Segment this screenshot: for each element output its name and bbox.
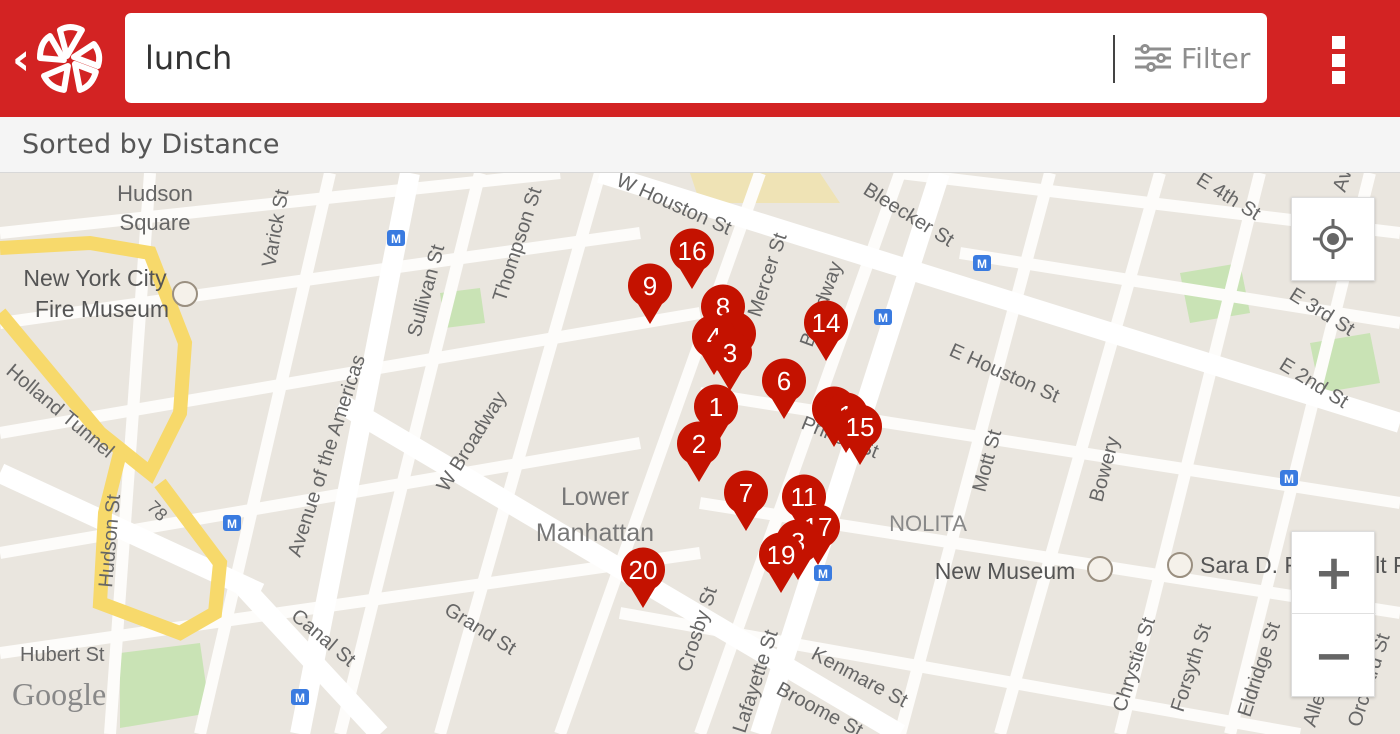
filter-label: Filter — [1181, 41, 1251, 75]
yelp-logo-icon — [37, 24, 103, 93]
svg-text:M: M — [295, 691, 305, 705]
chevron-left-icon: ‹ — [12, 34, 31, 85]
park-area — [120, 643, 210, 728]
result-pin-20[interactable]: 20 — [619, 546, 667, 610]
zoom-in-button[interactable]: + — [1292, 532, 1376, 614]
sort-bar[interactable]: Sorted by Distance — [0, 117, 1400, 173]
app-root: ‹ lunch Filter Sorted by Distance M M M … — [0, 0, 1400, 734]
menu-dot — [1331, 36, 1345, 49]
result-pin-16[interactable]: 16 — [668, 227, 716, 291]
svg-text:New Museum: New Museum — [935, 558, 1076, 584]
zoom-controls: + − — [1291, 531, 1376, 697]
search-bar: Filter — [125, 13, 1267, 103]
svg-text:Manhattan: Manhattan — [536, 519, 654, 547]
results-map[interactable]: M M M M M M M Hudson Square New York Cit… — [0, 173, 1400, 734]
zoom-out-button[interactable]: − — [1292, 615, 1376, 697]
svg-text:M: M — [1284, 472, 1294, 486]
search-input[interactable] — [145, 33, 1085, 83]
svg-text:Hudson: Hudson — [117, 181, 193, 206]
svg-text:M: M — [977, 257, 987, 271]
google-attribution: Google — [12, 676, 107, 712]
sort-label: Sorted by Distance — [22, 129, 280, 160]
result-pin-14[interactable]: 14 — [802, 299, 850, 363]
plus-icon: + — [1313, 544, 1355, 601]
result-pin-9[interactable]: 9 — [626, 262, 674, 326]
search-divider — [1113, 35, 1115, 83]
svg-text:New York City: New York City — [23, 265, 167, 291]
svg-text:M: M — [227, 517, 237, 531]
crosshair-icon — [1313, 219, 1353, 259]
sliders-icon — [1135, 44, 1171, 72]
svg-text:M: M — [878, 311, 888, 325]
result-pin-2[interactable]: 2 — [675, 420, 723, 484]
overflow-menu-button[interactable] — [1318, 30, 1358, 90]
result-pin-19[interactable]: 19 — [757, 531, 805, 595]
my-location-button[interactable] — [1291, 197, 1375, 281]
menu-dot — [1331, 71, 1345, 84]
svg-text:Lower: Lower — [561, 483, 629, 511]
svg-text:M: M — [391, 232, 401, 246]
svg-text:Hubert St: Hubert St — [20, 644, 105, 666]
svg-text:Square: Square — [120, 210, 191, 235]
result-pin-7[interactable]: 7 — [722, 469, 770, 533]
svg-text:NOLITA: NOLITA — [889, 511, 967, 536]
top-app-bar: ‹ lunch Filter — [0, 0, 1400, 117]
filter-button[interactable]: Filter — [1133, 33, 1258, 83]
result-pin-15[interactable]: 15 — [836, 403, 884, 467]
svg-text:Fire Museum: Fire Museum — [35, 296, 169, 322]
minus-icon: − — [1313, 628, 1355, 684]
menu-dot — [1331, 53, 1345, 67]
back-home-button[interactable]: ‹ — [8, 20, 108, 100]
result-pin-6[interactable]: 6 — [760, 357, 808, 421]
